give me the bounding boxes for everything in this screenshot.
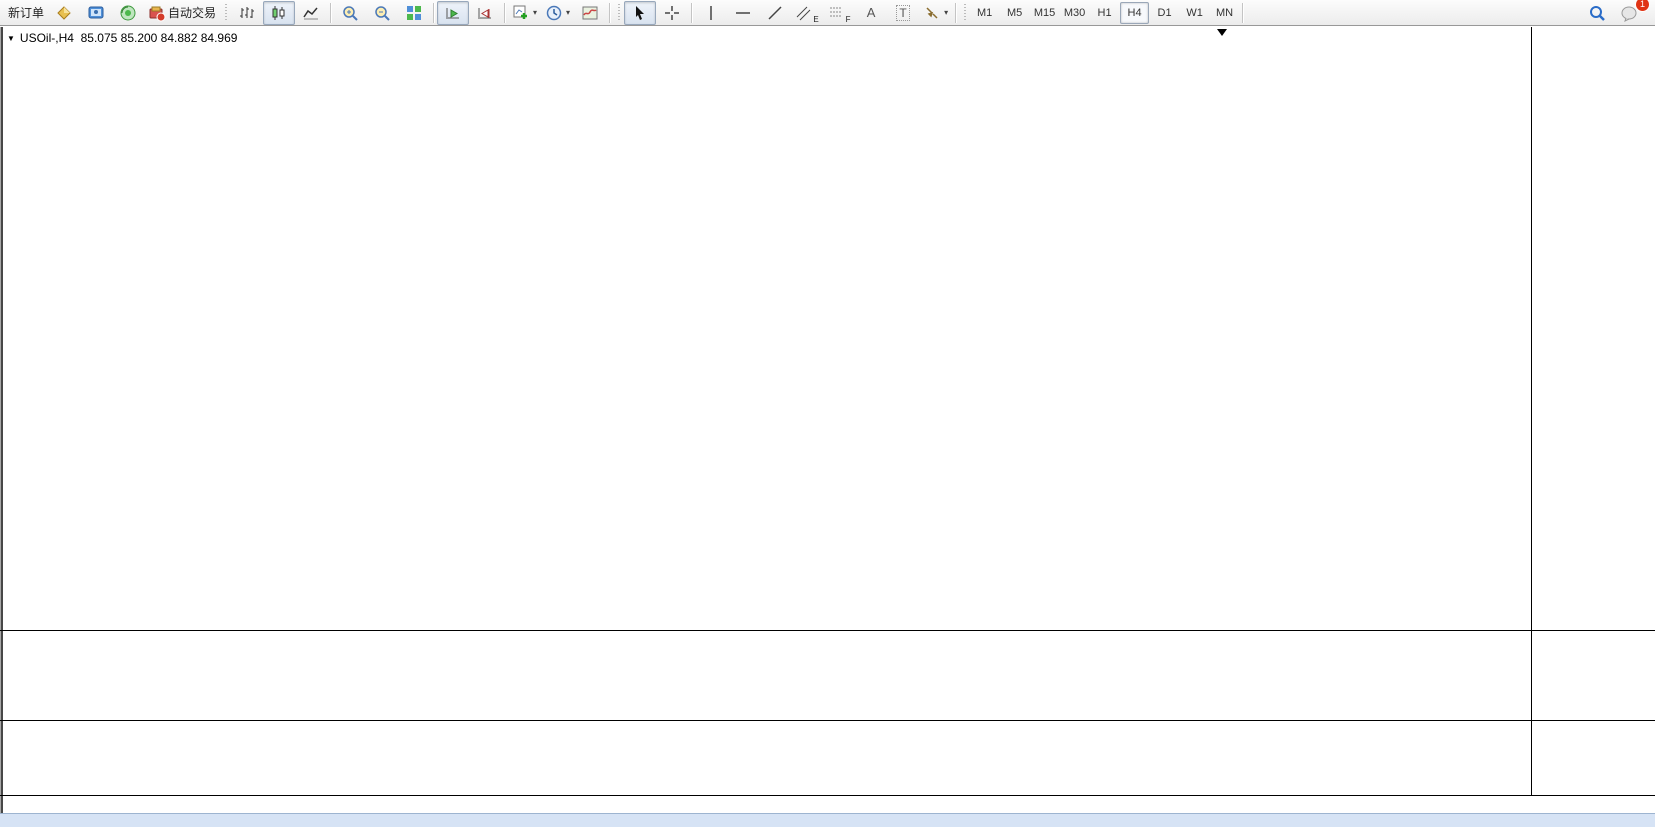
- chart-title: ▼ USOil-,H4 85.075 85.200 84.882 84.969: [7, 31, 237, 45]
- toolbar-separator: [609, 3, 610, 23]
- zoom-in-button[interactable]: [334, 1, 366, 25]
- horizontal-line-tool-button[interactable]: [727, 1, 759, 25]
- toolbar-grip: [616, 4, 621, 22]
- signal-icon[interactable]: [112, 1, 144, 25]
- price-chart-canvas[interactable]: [0, 27, 1531, 630]
- chart-shift-marker[interactable]: [1217, 29, 1227, 36]
- fibo-letter: F: [846, 15, 851, 24]
- timeframe-d1[interactable]: D1: [1150, 2, 1179, 24]
- arrows-tool-button[interactable]: ▾: [919, 1, 952, 25]
- fibonacci-tool-button[interactable]: F: [823, 1, 855, 25]
- cursor-tool-button[interactable]: [624, 1, 656, 25]
- autotrading-button[interactable]: 自动交易: [144, 1, 220, 25]
- chart-window: ▼ USOil-,H4 85.075 85.200 84.882 84.969: [0, 27, 1655, 826]
- gold-ingot-icon[interactable]: [48, 1, 80, 25]
- timeframe-group: M1M5M15M30H1H4D1W1MN: [970, 2, 1239, 24]
- toolbar-separator: [433, 3, 434, 23]
- toolbar-separator: [691, 3, 692, 23]
- label-tool-glyph: T: [896, 5, 909, 21]
- chart-template-button[interactable]: [574, 1, 606, 25]
- chevron-down-icon: ▾: [533, 8, 537, 17]
- text-tool-glyph: A: [867, 5, 876, 20]
- timeframe-h4[interactable]: H4: [1120, 2, 1149, 24]
- main-toolbar: 新订单 自动交易 ▾ ▾: [0, 0, 1655, 26]
- chart-shift-button[interactable]: [469, 1, 501, 25]
- chevron-down-icon: ▾: [566, 8, 570, 17]
- toolbar-grip: [223, 4, 228, 22]
- macd-pane[interactable]: [0, 632, 1655, 721]
- auto-scroll-button[interactable]: [437, 1, 469, 25]
- new-order-button[interactable]: 新订单: [4, 1, 48, 25]
- timeframe-h1[interactable]: H1: [1090, 2, 1119, 24]
- chart-ohlc-values: 85.075 85.200 84.882 84.969: [81, 31, 238, 45]
- text-label-tool-button[interactable]: T: [887, 1, 919, 25]
- line-chart-type-button[interactable]: [295, 1, 327, 25]
- price-axis-border: [1531, 27, 1532, 796]
- timeframe-mn[interactable]: MN: [1210, 2, 1239, 24]
- toolbar-grip: [962, 4, 967, 22]
- macd-canvas[interactable]: [0, 632, 1531, 720]
- period-clock-button[interactable]: ▾: [541, 1, 574, 25]
- toolbar-separator: [330, 3, 331, 23]
- candlestick-chart-type-button[interactable]: [263, 1, 295, 25]
- timeframe-m5[interactable]: M5: [1000, 2, 1029, 24]
- timeframe-m15[interactable]: M15: [1030, 2, 1059, 24]
- market-watch-icon[interactable]: [80, 1, 112, 25]
- crosshair-tool-button[interactable]: [656, 1, 688, 25]
- chevron-down-icon: ▾: [944, 8, 948, 17]
- notification-badge: 1: [1635, 0, 1650, 12]
- zoom-out-button[interactable]: [366, 1, 398, 25]
- rsi-canvas[interactable]: [0, 721, 1531, 795]
- notifications-button[interactable]: 1: [1613, 1, 1645, 25]
- autotrading-label: 自动交易: [168, 4, 216, 21]
- channel-letter: E: [813, 15, 818, 24]
- toolbar-separator: [955, 3, 956, 23]
- timeframe-w1[interactable]: W1: [1180, 2, 1209, 24]
- new-order-label: 新订单: [8, 4, 44, 21]
- rsi-pane[interactable]: [0, 721, 1655, 796]
- price-pane[interactable]: ▼ USOil-,H4 85.075 85.200 84.882 84.969: [0, 27, 1655, 631]
- chart-symbol: USOil-,H4: [20, 31, 74, 45]
- time-axis[interactable]: [0, 796, 1655, 813]
- add-indicator-button[interactable]: ▾: [508, 1, 541, 25]
- bar-chart-type-button[interactable]: [231, 1, 263, 25]
- search-icon[interactable]: [1581, 1, 1613, 25]
- chart-dropdown-icon[interactable]: ▼: [7, 34, 15, 43]
- timeframe-m30[interactable]: M30: [1060, 2, 1089, 24]
- tile-windows-icon[interactable]: [398, 1, 430, 25]
- equidistant-channel-tool-button[interactable]: E: [791, 1, 823, 25]
- timeframe-m1[interactable]: M1: [970, 2, 999, 24]
- text-tool-button[interactable]: A: [855, 1, 887, 25]
- trendline-tool-button[interactable]: [759, 1, 791, 25]
- vertical-line-tool-button[interactable]: [695, 1, 727, 25]
- status-strip: [0, 813, 1655, 827]
- toolbar-separator: [1242, 3, 1243, 23]
- toolbar-separator: [504, 3, 505, 23]
